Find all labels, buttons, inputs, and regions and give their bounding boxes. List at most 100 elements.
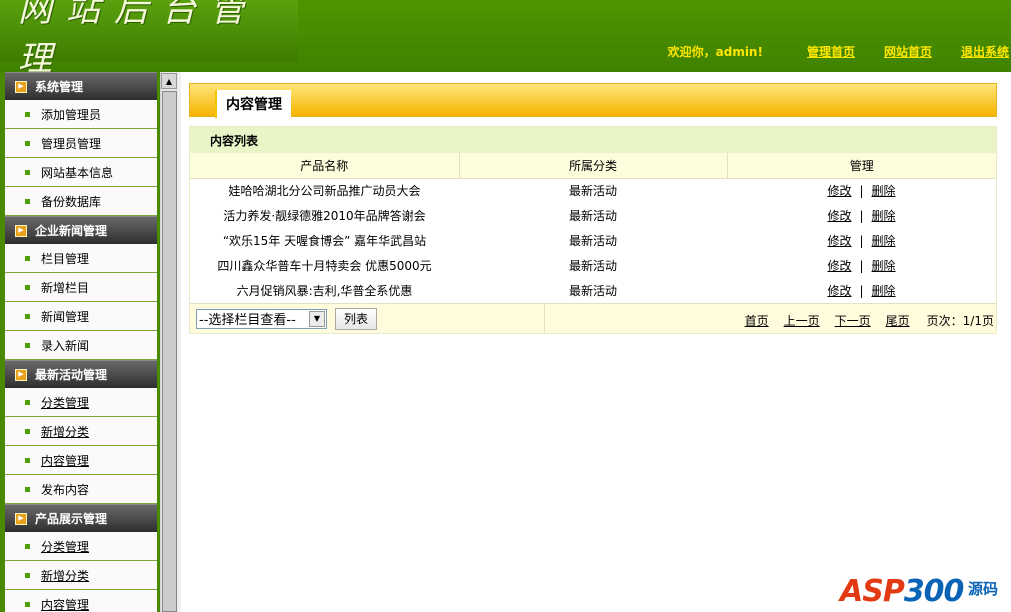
edit-link[interactable]: 修改	[827, 209, 851, 223]
table-row: 活力养发·靓绿德雅2010年品牌答谢会 最新活动 修改 | 删除	[190, 203, 996, 228]
arrow-right-icon: ▶	[15, 80, 27, 93]
bullet-icon	[25, 543, 30, 549]
table-row: 娃哈哈湖北分公司新品推广动员大会 最新活动 修改 | 删除	[190, 178, 996, 203]
delete-link[interactable]: 删除	[872, 259, 896, 273]
last-page-link[interactable]: 尾页	[886, 312, 910, 329]
sidebar-item-publish-content[interactable]: 发布内容	[5, 475, 157, 504]
sidebar-section-news[interactable]: ▶ 企业新闻管理	[5, 216, 157, 244]
action-separator: |	[859, 284, 864, 298]
category-select[interactable]: --选择栏目查看-- ▼	[196, 308, 327, 329]
sidebar-item-backup-db[interactable]: 备份数据库	[5, 187, 157, 216]
bullet-icon	[25, 342, 30, 348]
watermark-logo: ASP300 源码	[840, 560, 1011, 612]
watermark-asp: ASP300	[840, 574, 964, 609]
sidebar-item-label: 发布内容	[41, 482, 90, 497]
sidebar-item-category-manage[interactable]: 分类管理	[5, 388, 157, 417]
sidebar-item-column-manage[interactable]: 栏目管理	[5, 244, 157, 273]
sidebar-item-label: 新增分类	[41, 424, 90, 439]
bullet-icon	[25, 140, 30, 146]
sidebar-item-product-add-category[interactable]: 新增分类	[5, 561, 157, 590]
cell-actions: 修改 | 删除	[727, 228, 996, 253]
frame-divider	[178, 72, 181, 612]
main-content: 内容管理 内容列表 产品名称 所属分类 管理 娃哈哈湖北分公司新品推广动员大会 …	[189, 83, 997, 334]
sidebar-item-label: 新增分类	[41, 568, 90, 583]
header: 网站后台管理 欢迎你，admin! 管理首页 网站首页 退出系统	[0, 0, 1011, 79]
cell-category: 最新活动	[568, 184, 617, 199]
bullet-icon	[25, 572, 30, 578]
tab-bar: 内容管理	[189, 83, 997, 118]
pagination: 首页 上一页 下一页 尾页 页次：1/1页	[730, 312, 994, 329]
sidebar-section-system[interactable]: ▶ 系统管理	[5, 72, 157, 100]
logo-text: 网站后台管理	[18, 0, 258, 79]
cell-actions: 修改 | 删除	[727, 178, 996, 203]
first-page-link[interactable]: 首页	[745, 312, 769, 329]
cell-category: 最新活动	[568, 234, 617, 248]
scroll-up-icon[interactable]: ▲	[161, 73, 177, 89]
next-page-link[interactable]: 下一页	[835, 312, 871, 329]
logout-link[interactable]: 退出系统	[961, 43, 1009, 60]
sidebar-section-products[interactable]: ▶ 产品展示管理	[5, 504, 157, 532]
category-select-value: --选择栏目查看--	[199, 313, 296, 328]
sidebar-item-label: 网站基本信息	[41, 165, 114, 180]
top-links: 欢迎你，admin! 管理首页 网站首页 退出系统	[668, 43, 1011, 60]
sidebar-item-label: 内容管理	[41, 453, 90, 468]
logo: 网站后台管理	[0, 0, 298, 79]
cell-name: 娃哈哈湖北分公司新品推广动员大会	[228, 184, 421, 199]
bullet-icon	[25, 255, 30, 261]
cell-name: 四川鑫众华普车十月特卖会 优惠5000元	[217, 259, 432, 273]
bullet-icon	[25, 198, 30, 204]
prev-page-link[interactable]: 上一页	[784, 312, 820, 329]
cell-name: 活力养发·靓绿德雅2010年品牌答谢会	[223, 209, 426, 223]
arrow-right-icon: ▶	[15, 512, 27, 525]
watermark-asp-text: ASP	[840, 574, 905, 609]
arrow-right-icon: ▶	[15, 224, 27, 237]
delete-link[interactable]: 删除	[872, 284, 896, 298]
edit-link[interactable]: 修改	[827, 184, 851, 198]
table-row: “欢乐15年 天喔食博会” 嘉年华武昌站 最新活动 修改 | 删除	[190, 228, 996, 253]
sidebar-item-content-manage[interactable]: 内容管理	[5, 446, 157, 475]
delete-link[interactable]: 删除	[872, 209, 896, 223]
list-button[interactable]: 列表	[335, 307, 378, 330]
sidebar-item-add-admin[interactable]: 添加管理员	[5, 100, 157, 129]
tab-content-manage[interactable]: 内容管理	[215, 90, 291, 118]
admin-home-link[interactable]: 管理首页	[807, 43, 855, 60]
delete-link[interactable]: 删除	[872, 184, 896, 198]
sidebar-item-add-column[interactable]: 新增栏目	[5, 273, 157, 302]
filter-controls: --选择栏目查看-- ▼ 列表	[190, 304, 545, 333]
table-row: 四川鑫众华普车十月特卖会 优惠5000元 最新活动 修改 | 删除	[190, 253, 996, 278]
cell-category: 最新活动	[568, 209, 617, 223]
bullet-icon	[25, 169, 30, 175]
sidebar-section-activity[interactable]: ▶ 最新活动管理	[5, 360, 157, 388]
cell-actions: 修改 | 删除	[727, 203, 996, 228]
arrow-right-icon: ▶	[15, 368, 27, 381]
sidebar-item-news-manage[interactable]: 新闻管理	[5, 302, 157, 331]
sidebar-item-site-info[interactable]: 网站基本信息	[5, 158, 157, 187]
cell-name: “欢乐15年 天喔食博会” 嘉年华武昌站	[222, 234, 427, 248]
edit-link[interactable]: 修改	[827, 234, 851, 248]
sidebar-item-label: 新闻管理	[41, 309, 90, 324]
site-home-link[interactable]: 网站首页	[884, 43, 932, 60]
sidebar-item-label: 栏目管理	[41, 251, 90, 266]
sidebar-item-add-category[interactable]: 新增分类	[5, 417, 157, 446]
scrollbar-thumb[interactable]	[162, 91, 177, 612]
cell-actions: 修改 | 删除	[727, 253, 996, 278]
sidebar-item-label: 内容管理	[41, 597, 90, 612]
sidebar-item-product-content[interactable]: 内容管理	[5, 590, 157, 612]
action-separator: |	[859, 209, 864, 223]
action-separator: |	[859, 184, 864, 199]
edit-link[interactable]: 修改	[827, 259, 851, 273]
sidebar-item-label: 分类管理	[41, 539, 90, 554]
delete-link[interactable]: 删除	[872, 234, 896, 248]
section-title: 产品展示管理	[35, 512, 108, 526]
section-title: 企业新闻管理	[35, 224, 108, 238]
sidebar-item-add-news[interactable]: 录入新闻	[5, 331, 157, 360]
sidebar-item-admin-manage[interactable]: 管理员管理	[5, 129, 157, 158]
content-panel: 内容列表 产品名称 所属分类 管理 娃哈哈湖北分公司新品推广动员大会 最新活动 …	[189, 126, 997, 334]
chevron-down-icon[interactable]: ▼	[309, 310, 325, 327]
edit-link[interactable]: 修改	[827, 284, 851, 298]
sidebar: ▶ 系统管理 添加管理员 管理员管理 网站基本信息 备份数据库 ▶ 企业新闻管理…	[5, 72, 157, 612]
sidebar-scrollbar[interactable]: ▲	[160, 72, 178, 612]
sidebar-item-product-category[interactable]: 分类管理	[5, 532, 157, 561]
watermark-cn: 源码	[968, 580, 999, 598]
sidebar-item-label: 添加管理员	[41, 107, 102, 122]
